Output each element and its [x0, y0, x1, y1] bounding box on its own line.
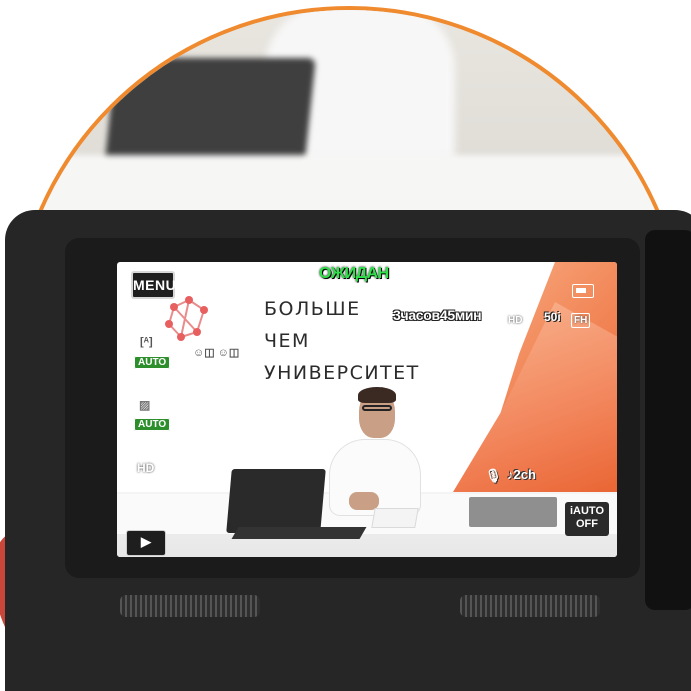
desk-paper — [371, 508, 419, 528]
iris-icon[interactable]: [ᴬ] — [140, 336, 153, 348]
microphone-icon: 🎙 — [485, 468, 502, 483]
blurred-laptop — [104, 58, 316, 168]
speaker-grille — [460, 595, 600, 617]
standby-status: ОЖИДАН — [319, 265, 389, 282]
menu-button[interactable]: MENU — [131, 271, 176, 299]
remaining-time: 3часов45мин — [393, 307, 482, 323]
slogan-line: УНИВЕРСИТЕТ — [264, 362, 420, 384]
iris-mode[interactable]: AUTO — [134, 352, 171, 370]
studio-laptop — [226, 469, 326, 533]
audio-channels: ♪2ch — [507, 467, 536, 482]
quality-badge: HD — [505, 310, 526, 328]
frame-rate: 50i — [544, 310, 561, 324]
molecule-logo-icon — [165, 296, 208, 341]
focus-mode[interactable]: AUTO — [134, 414, 171, 432]
face-detect-icon[interactable]: ☺◫ ☺◫ — [193, 346, 239, 359]
camcorder-lcd-screen: БОЛЬШЕ ЧЕМ УНИВЕРСИТЕТ MENU ОЖИДАН 3часо… — [117, 262, 617, 557]
slogan-line: БОЛЬШЕ — [264, 298, 361, 320]
iauto-button[interactable]: iAUTO OFF — [565, 502, 609, 536]
focus-icon[interactable]: ▨ — [139, 398, 150, 412]
slogan-line: ЧЕМ — [264, 330, 310, 352]
memory-card-icon — [572, 284, 594, 298]
camcorder-side — [645, 230, 691, 610]
iauto-label: iAUTO — [569, 505, 605, 517]
iris-mode-label: AUTO — [134, 356, 171, 369]
studio-laptop-base — [231, 527, 367, 539]
speaker-grille — [120, 595, 260, 617]
play-icon: ▶ — [141, 534, 151, 549]
focus-mode-label: AUTO — [134, 418, 171, 431]
presenter-hair — [358, 387, 396, 403]
desk-device — [469, 497, 557, 527]
presenter-glasses — [362, 405, 392, 411]
photo-composition: БОЛЬШЕ ЧЕМ УНИВЕРСИТЕТ MENU ОЖИДАН 3часо… — [0, 0, 691, 691]
playback-button[interactable]: ▶ — [126, 530, 166, 556]
mode-badge-label: FH — [571, 313, 591, 328]
hd-indicator: HD — [133, 460, 159, 476]
quality-badge-label: HD — [505, 313, 526, 328]
iauto-state: OFF — [576, 518, 598, 530]
mode-badge: FH — [571, 310, 591, 328]
